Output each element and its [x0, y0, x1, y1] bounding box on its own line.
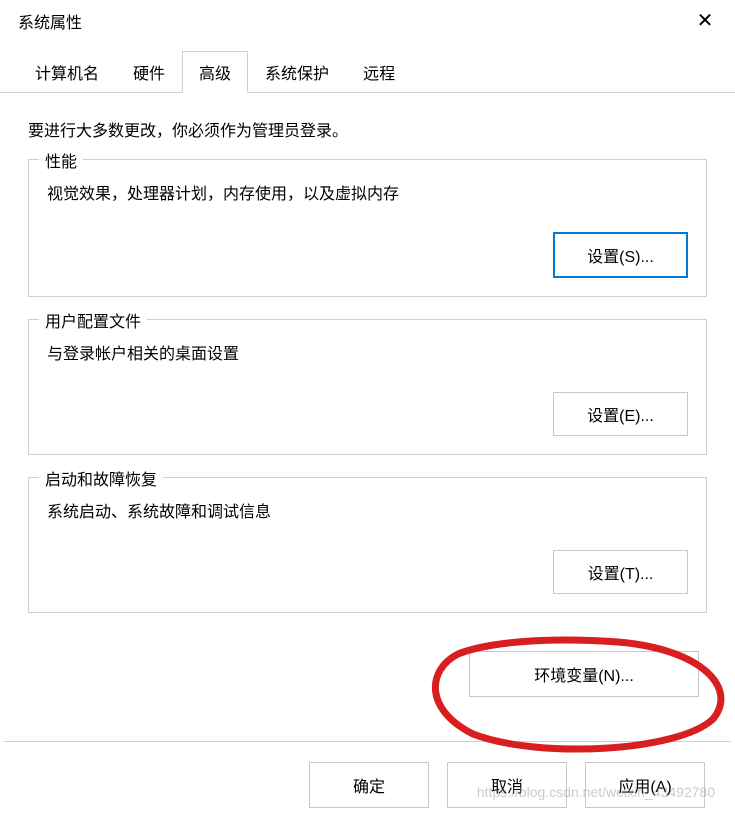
environment-variables-button[interactable]: 环境变量(N)...: [469, 651, 699, 697]
group-performance: 性能 视觉效果，处理器计划，内存使用，以及虚拟内存 设置(S)...: [28, 159, 707, 297]
group-startup: 启动和故障恢复 系统启动、系统故障和调试信息 设置(T)...: [28, 477, 707, 613]
group-userprofile-legend: 用户配置文件: [39, 308, 147, 332]
tab-systemprotection[interactable]: 系统保护: [248, 51, 346, 93]
admin-note: 要进行大多数更改，你必须作为管理员登录。: [28, 117, 707, 141]
group-performance-desc: 视觉效果，处理器计划，内存使用，以及虚拟内存: [47, 180, 688, 204]
apply-button[interactable]: 应用(A): [585, 762, 705, 808]
ok-button[interactable]: 确定: [309, 762, 429, 808]
tab-bar: 计算机名 硬件 高级 系统保护 远程: [0, 50, 735, 93]
userprofile-settings-button[interactable]: 设置(E)...: [553, 392, 688, 436]
close-icon[interactable]: ✕: [693, 11, 717, 31]
tab-advanced[interactable]: 高级: [182, 51, 248, 93]
performance-settings-button[interactable]: 设置(S)...: [553, 232, 688, 278]
tab-content-advanced: 要进行大多数更改，你必须作为管理员登录。 性能 视觉效果，处理器计划，内存使用，…: [0, 93, 735, 733]
dialog-title: 系统属性: [18, 9, 82, 33]
startup-settings-button[interactable]: 设置(T)...: [553, 550, 688, 594]
cancel-button[interactable]: 取消: [447, 762, 567, 808]
group-performance-legend: 性能: [39, 148, 83, 172]
tab-hardware[interactable]: 硬件: [116, 51, 182, 93]
group-startup-desc: 系统启动、系统故障和调试信息: [47, 498, 688, 522]
dialog-button-bar: 确定 取消 应用(A): [4, 741, 731, 808]
tab-remote[interactable]: 远程: [346, 51, 412, 93]
tab-computername[interactable]: 计算机名: [18, 51, 116, 93]
group-startup-legend: 启动和故障恢复: [39, 466, 163, 490]
group-userprofile-desc: 与登录帐户相关的桌面设置: [47, 340, 688, 364]
group-userprofile: 用户配置文件 与登录帐户相关的桌面设置 设置(E)...: [28, 319, 707, 455]
